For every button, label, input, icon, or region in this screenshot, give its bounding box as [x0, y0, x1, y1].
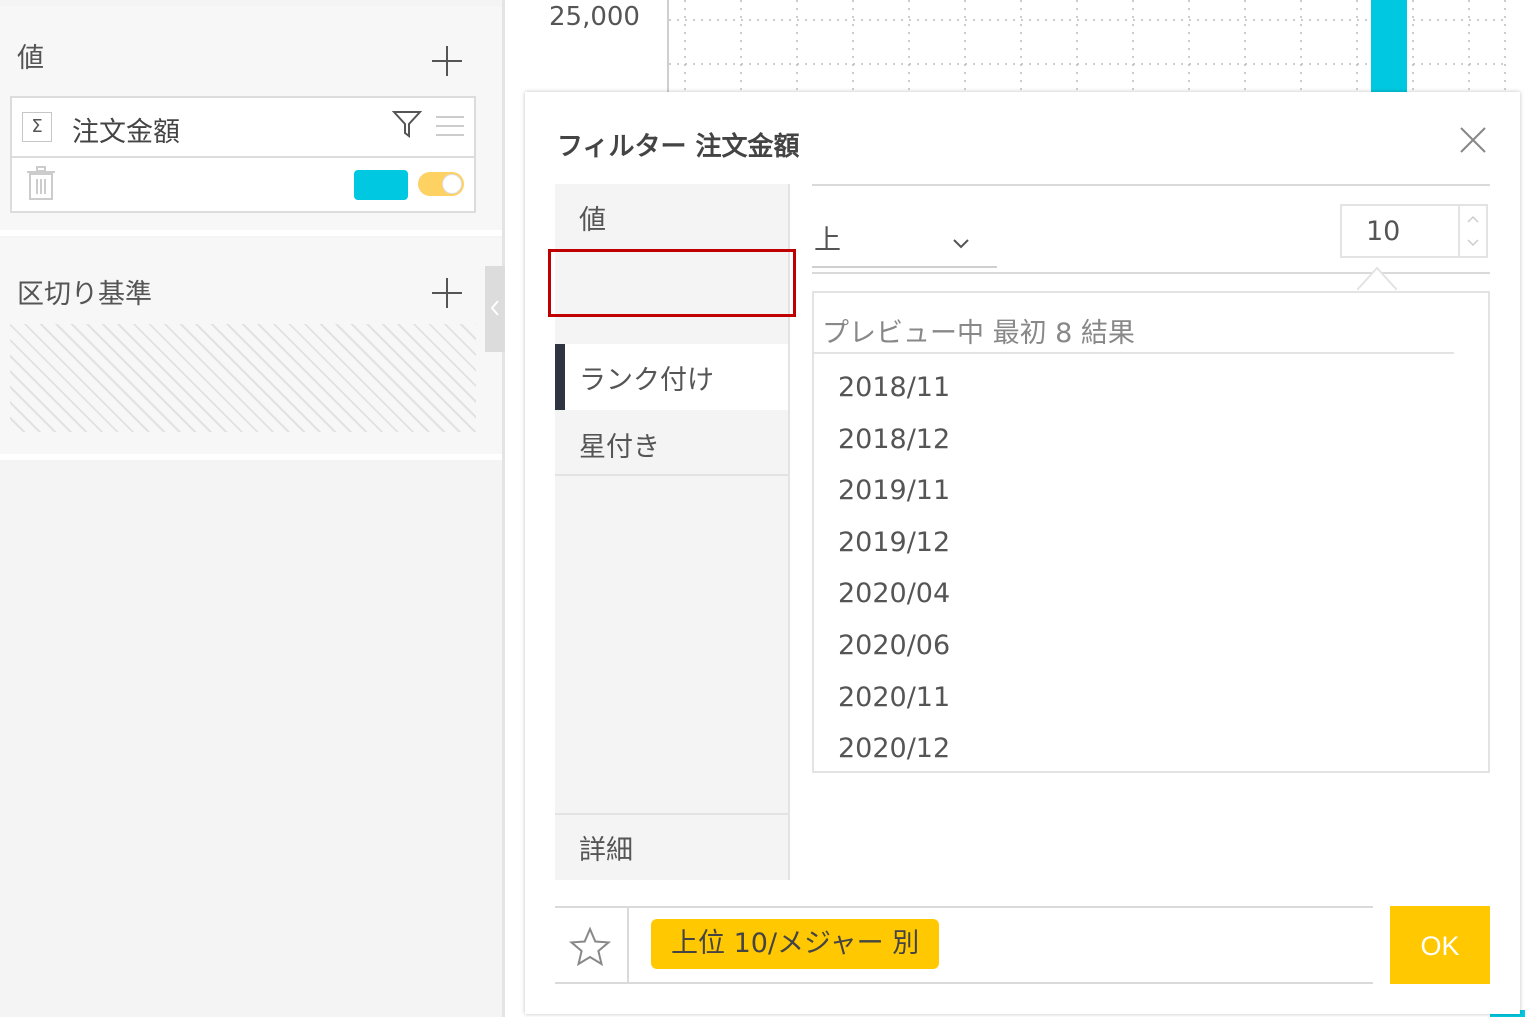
rank-direction-select[interactable]: 上 — [812, 208, 997, 268]
divider — [627, 908, 629, 982]
list-item: 2020/12 — [838, 733, 951, 765]
values-section: 値 Σ 注文金額 — [0, 6, 503, 230]
fields-panel: 値 Σ 注文金額 区切り基準 — [0, 0, 503, 1017]
tab-label: 星付き — [579, 432, 660, 463]
add-value-plus-icon[interactable] — [432, 46, 462, 76]
chevron-down-icon — [953, 239, 969, 249]
add-breakdown-plus-icon[interactable] — [432, 278, 462, 308]
trash-icon[interactable] — [26, 166, 56, 200]
tab-divider — [555, 474, 790, 476]
value-field-card[interactable]: Σ 注文金額 — [10, 96, 476, 213]
filter-dialog: フィルター 注文金額 値 ランク付け 星付き 詳細 上 10 プレビュー中 最初… — [525, 92, 1520, 1014]
chevron-down-icon[interactable] — [1466, 238, 1480, 248]
divider — [814, 352, 1454, 354]
rank-direction-value: 上 — [814, 225, 841, 256]
divider — [812, 184, 1490, 186]
value-field-row[interactable]: Σ 注文金額 — [12, 98, 474, 158]
chart-bar[interactable] — [1371, 0, 1407, 92]
section-divider — [0, 454, 503, 460]
filter-icon[interactable] — [392, 109, 422, 139]
tab-details[interactable]: 詳細 — [555, 814, 790, 880]
rank-count-stepper[interactable]: 10 — [1340, 204, 1488, 258]
close-icon[interactable] — [1459, 126, 1487, 154]
collapse-panel-button[interactable] — [485, 266, 505, 352]
breakdown-title: 区切り基準 — [17, 279, 152, 310]
field-visibility-toggle[interactable] — [418, 172, 464, 196]
highlight-annotation-box — [548, 249, 796, 317]
divider — [555, 982, 1373, 984]
section-divider — [0, 230, 503, 236]
ok-button[interactable]: OK — [1390, 906, 1490, 984]
active-tab-indicator — [555, 344, 565, 410]
preview-panel: プレビュー中 最初 8 結果 2018/11 2018/12 2019/11 2… — [812, 291, 1490, 773]
preview-pointer — [1357, 266, 1397, 290]
list-item: 2019/12 — [838, 526, 951, 558]
list-item: 2020/06 — [838, 629, 951, 661]
filter-summary-chip[interactable]: 上位 10/メジャー 別 — [651, 919, 940, 969]
breakdown-drop-zone[interactable] — [10, 324, 476, 432]
breakdown-section: 区切り基準 — [0, 238, 503, 454]
tab-label: 値 — [579, 205, 606, 236]
preview-list: 2018/11 2018/12 2019/11 2019/12 2020/04 … — [838, 367, 950, 780]
divider — [555, 906, 1373, 908]
list-item: 2018/12 — [838, 423, 951, 455]
tab-label: 詳細 — [579, 835, 633, 866]
value-field-options — [12, 158, 474, 211]
dialog-title: フィルター 注文金額 — [557, 132, 800, 162]
series-color-swatch[interactable] — [354, 170, 408, 200]
star-icon[interactable] — [569, 926, 611, 968]
tab-values[interactable]: 値 — [555, 184, 790, 250]
tab-label: ランク付け — [579, 365, 714, 396]
toggle-knob — [442, 174, 462, 194]
list-item: 2018/11 — [838, 372, 951, 403]
stepper-divider — [1458, 206, 1460, 256]
tab-starred[interactable]: 星付き — [555, 411, 790, 477]
menu-icon[interactable] — [436, 114, 464, 138]
chevron-up-icon[interactable] — [1466, 214, 1480, 224]
list-item: 2019/11 — [838, 475, 951, 507]
y-axis-tick-label: 25,000 — [549, 2, 640, 32]
rank-count-value: 10 — [1366, 216, 1401, 247]
chevron-left-icon — [490, 300, 499, 316]
value-field-name[interactable]: 注文金額 — [72, 110, 180, 149]
preview-header: プレビュー中 最初 8 結果 — [822, 318, 1135, 349]
sigma-icon: Σ — [22, 112, 52, 142]
list-item: 2020/11 — [838, 681, 951, 713]
list-item: 2020/04 — [838, 578, 951, 610]
tab-ranking[interactable]: ランク付け — [555, 344, 790, 410]
values-title: 値 — [17, 43, 44, 74]
